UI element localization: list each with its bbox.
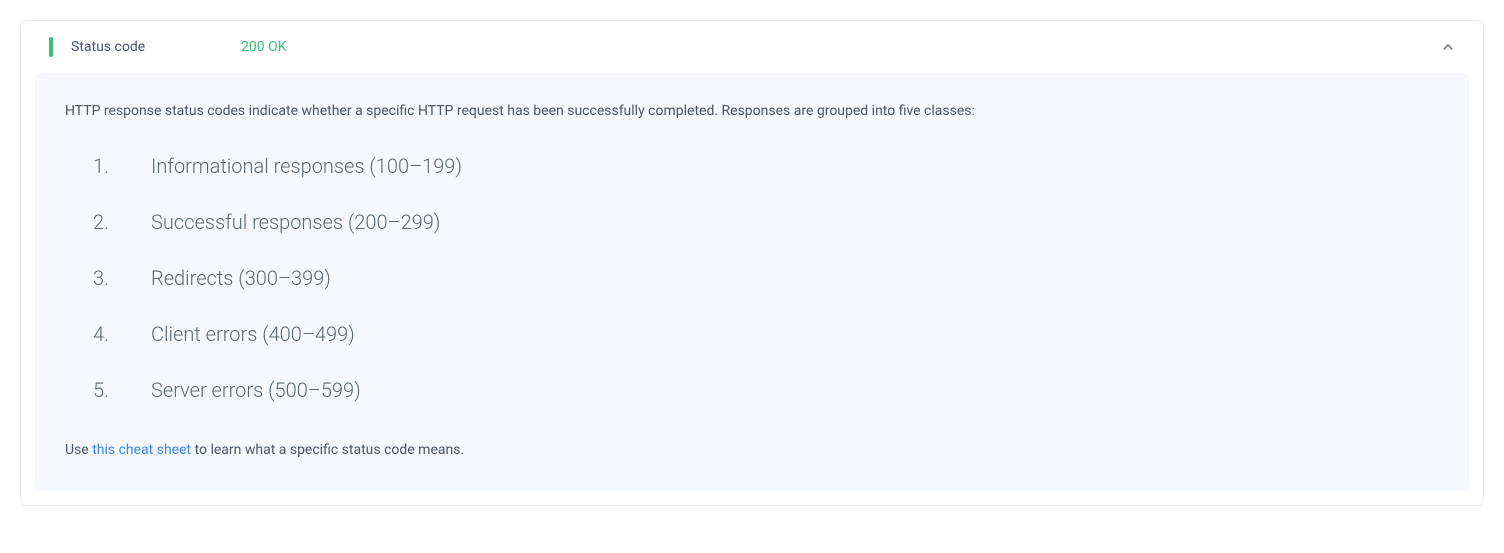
list-item: Client errors (400–499) [93,320,1439,348]
cheat-sheet-link[interactable]: this cheat sheet [92,442,191,458]
panel-header[interactable]: Status code 200 OK [21,21,1483,73]
status-classes-list: Informational responses (100–199) Succes… [65,152,1439,404]
footer-prefix: Use [65,442,92,458]
footer-note: Use this cheat sheet to learn what a spe… [65,440,1439,461]
panel-body: HTTP response status codes indicate whet… [35,73,1469,491]
status-indicator [49,37,53,57]
intro-text: HTTP response status codes indicate whet… [65,101,1439,122]
list-item: Server errors (500–599) [93,376,1439,404]
chevron-up-icon [1441,40,1455,54]
footer-suffix: to learn what a specific status code mea… [191,442,464,458]
list-item: Redirects (300–399) [93,264,1439,292]
list-item: Successful responses (200–299) [93,208,1439,236]
list-item: Informational responses (100–199) [93,152,1439,180]
header-label: Status code [71,39,241,55]
status-code-panel: Status code 200 OK HTTP response status … [20,20,1484,506]
header-value: 200 OK [241,39,1441,55]
